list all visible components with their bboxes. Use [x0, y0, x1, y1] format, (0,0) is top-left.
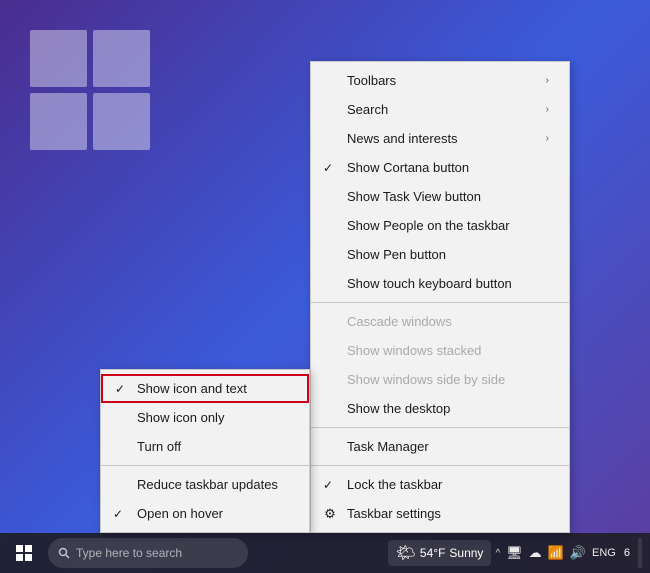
main-menu-divider-1	[311, 302, 569, 303]
menu-item-show-pen[interactable]: Show Pen button	[311, 240, 569, 269]
show-desktop-button[interactable]	[638, 538, 642, 568]
time-display: 6	[624, 547, 630, 559]
weather-widget[interactable]: 🌤 54°F Sunny	[388, 540, 492, 566]
context-menu-area: ✓ Show icon and text Show icon only Turn…	[100, 61, 570, 533]
taskbar-clock[interactable]: 6	[620, 546, 634, 560]
menu-label-reduce-updates: Reduce taskbar updates	[137, 477, 278, 492]
menu-label-touch-kb: Show touch keyboard button	[347, 276, 512, 291]
menu-label-turn-off: Turn off	[137, 439, 181, 454]
weather-icon: 🌤	[396, 543, 416, 563]
menu-label-news-interests: News and interests	[347, 131, 458, 146]
menu-label-show-icon-only: Show icon only	[137, 410, 224, 425]
gear-icon: ⚙	[323, 507, 337, 521]
menu-item-show-people[interactable]: Show People on the taskbar	[311, 211, 569, 240]
menu-item-show-desktop[interactable]: Show the desktop	[311, 394, 569, 423]
checkmark-open-on-hover: ✓	[113, 507, 123, 521]
menu-item-side-by-side: Show windows side by side	[311, 365, 569, 394]
menu-label-taskbar-settings: Taskbar settings	[347, 506, 441, 521]
main-menu-divider-2	[311, 427, 569, 428]
menu-label-cascade: Cascade windows	[347, 314, 452, 329]
vpn-icon: ☁	[529, 545, 542, 561]
volume-icon[interactable]: 🔊	[570, 545, 586, 561]
menu-item-taskbar-settings[interactable]: ⚙ Taskbar settings	[311, 499, 569, 528]
menu-label-show-people: Show People on the taskbar	[347, 218, 510, 233]
menu-item-reduce-updates[interactable]: Reduce taskbar updates	[101, 470, 309, 499]
weather-temp: 54°F	[420, 546, 445, 560]
menu-item-cascade: Cascade windows	[311, 307, 569, 336]
taskbar: Type here to search 🌤 54°F Sunny ^ 🖥 ☁ 📶…	[0, 533, 650, 573]
weather-condition: Sunny	[449, 546, 483, 560]
menu-item-show-icon-text[interactable]: ✓ Show icon and text	[101, 374, 309, 403]
arrow-search: ›	[546, 104, 549, 115]
checkmark-show-icon-text: ✓	[115, 382, 125, 396]
menu-label-task-manager: Task Manager	[347, 439, 429, 454]
menu-label-toolbars: Toolbars	[347, 73, 396, 88]
menu-item-task-view[interactable]: Show Task View button	[311, 182, 569, 211]
menu-item-news-interests[interactable]: News and interests ›	[311, 124, 569, 153]
system-tray: ^ 🖥 ☁ 📶 🔊 ENG	[495, 545, 615, 561]
menu-item-touch-kb[interactable]: Show touch keyboard button	[311, 269, 569, 298]
desktop: ✓ Show icon and text Show icon only Turn…	[0, 0, 650, 573]
menu-label-lock-taskbar: Lock the taskbar	[347, 477, 442, 492]
start-button[interactable]	[4, 533, 44, 573]
checkmark-lock-taskbar: ✓	[323, 478, 333, 492]
checkmark-cortana: ✓	[323, 161, 333, 175]
menu-label-task-view: Show Task View button	[347, 189, 481, 204]
taskbar-right-area: 🌤 54°F Sunny ^ 🖥 ☁ 📶 🔊 ENG 6	[388, 538, 646, 568]
wifi-icon: 📶	[548, 545, 564, 561]
menu-label-search: Search	[347, 102, 388, 117]
menu-label-side-by-side: Show windows side by side	[347, 372, 505, 387]
sub-context-menu: ✓ Show icon and text Show icon only Turn…	[100, 369, 310, 533]
menu-label-show-pen: Show Pen button	[347, 247, 446, 262]
taskbar-search[interactable]: Type here to search	[48, 538, 248, 568]
menu-item-stacked: Show windows stacked	[311, 336, 569, 365]
language-label[interactable]: ENG	[592, 547, 616, 559]
sub-menu-divider	[101, 465, 309, 466]
arrow-news-interests: ›	[546, 133, 549, 144]
menu-item-lock-taskbar[interactable]: ✓ Lock the taskbar	[311, 470, 569, 499]
menu-label-show-desktop: Show the desktop	[347, 401, 450, 416]
menu-item-open-on-hover[interactable]: ✓ Open on hover	[101, 499, 309, 528]
menu-label-show-icon-text: Show icon and text	[137, 381, 247, 396]
menu-item-toolbars[interactable]: Toolbars ›	[311, 66, 569, 95]
menu-label-open-on-hover: Open on hover	[137, 506, 223, 521]
main-menu-divider-3	[311, 465, 569, 466]
menu-label-show-cortana: Show Cortana button	[347, 160, 469, 175]
menu-item-search[interactable]: Search ›	[311, 95, 569, 124]
menu-item-show-icon-only[interactable]: Show icon only	[101, 403, 309, 432]
network-icon: 🖥	[506, 545, 523, 561]
menu-item-task-manager[interactable]: Task Manager	[311, 432, 569, 461]
main-context-menu: Toolbars › Search › News and interests ›…	[310, 61, 570, 533]
arrow-toolbars: ›	[546, 75, 549, 86]
menu-item-turn-off[interactable]: Turn off	[101, 432, 309, 461]
menu-item-show-cortana[interactable]: ✓ Show Cortana button	[311, 153, 569, 182]
menu-label-stacked: Show windows stacked	[347, 343, 481, 358]
tray-caret[interactable]: ^	[495, 548, 500, 559]
